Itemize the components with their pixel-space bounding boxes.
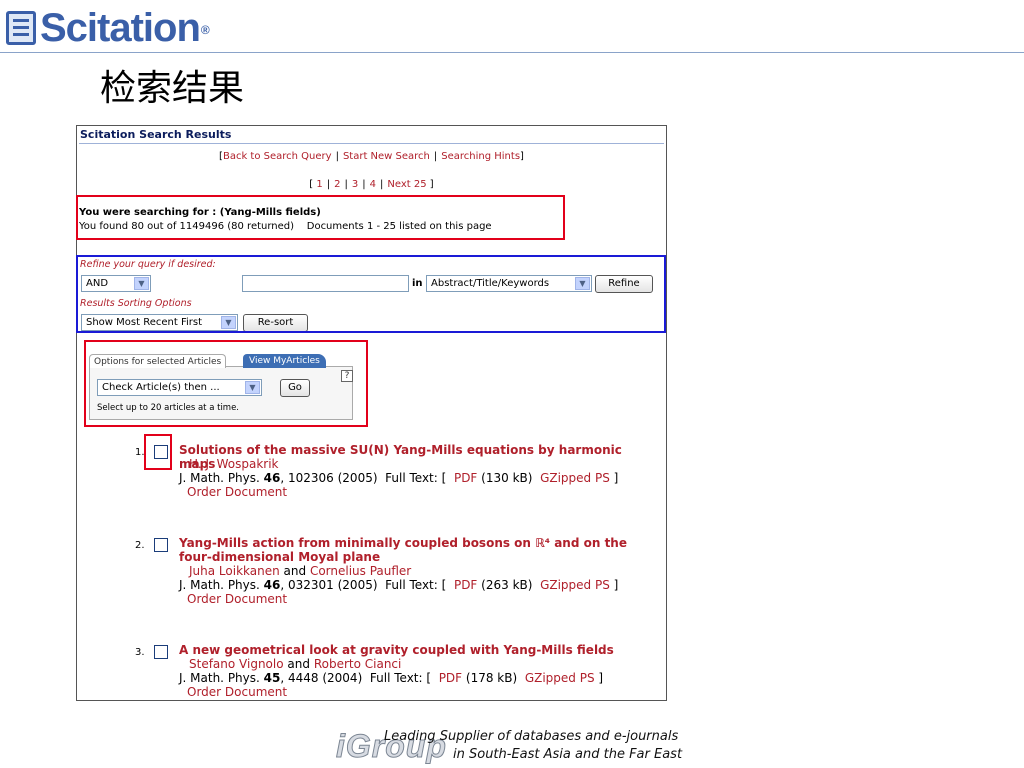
pdf-link[interactable]: PDF [454, 471, 477, 485]
order-document-link[interactable]: Order Document [187, 592, 287, 606]
author-link[interactable]: H. J. Wospakrik [189, 457, 279, 471]
article-options-highlight [84, 340, 368, 427]
search-summary-highlight [76, 195, 565, 240]
page-link-2[interactable]: 2 [334, 179, 340, 190]
next-25-link[interactable]: Next 25 [387, 179, 426, 190]
order-document-link[interactable]: Order Document [187, 685, 287, 699]
refine-query-highlight [76, 255, 666, 333]
pdf-link[interactable]: PDF [439, 671, 462, 685]
gzipped-ps-link[interactable]: GZipped PS [540, 578, 610, 592]
order-document-link[interactable]: Order Document [187, 485, 287, 499]
page-title: 检索结果 [100, 68, 245, 109]
start-new-search-link[interactable]: Start New Search [343, 151, 430, 162]
result-checkbox[interactable] [154, 538, 168, 552]
page-link-4[interactable]: 4 [370, 179, 376, 190]
pagination: [ 1 | 2 | 3 | 4 | Next 25 ] [309, 179, 434, 190]
citation-line: J. Math. Phys. 46, 032301 (2005) Full Te… [179, 578, 619, 592]
panel-title: Scitation Search Results [80, 128, 232, 141]
result-checkbox[interactable] [154, 645, 168, 659]
result-title-link[interactable]: Yang-Mills action from minimally coupled… [179, 536, 661, 564]
result-title-link[interactable]: A new geometrical look at gravity couple… [179, 643, 661, 657]
result-number: 2. [135, 540, 145, 551]
page-link-3[interactable]: 3 [352, 179, 358, 190]
author-link[interactable]: Roberto Cianci [314, 657, 402, 671]
scitation-logo: Scitation® [6, 6, 210, 50]
panel-title-divider [79, 143, 664, 144]
logo-text: Scitation® [40, 6, 210, 50]
author-link[interactable]: Cornelius Paufler [310, 564, 411, 578]
header-divider [0, 52, 1024, 53]
pdf-link[interactable]: PDF [454, 578, 477, 592]
gzipped-ps-link[interactable]: GZipped PS [525, 671, 595, 685]
author-link[interactable]: Juha Loikkanen [189, 564, 280, 578]
back-to-search-link[interactable]: Back to Search Query [223, 151, 332, 162]
footer-tagline: Leading Supplier of databases and e-jour… [384, 729, 683, 762]
gzipped-ps-link[interactable]: GZipped PS [540, 471, 610, 485]
citation-line: J. Math. Phys. 45, 4448 (2004) Full Text… [179, 671, 604, 685]
author-link[interactable]: Stefano Vignolo [189, 657, 284, 671]
document-icon [6, 11, 36, 45]
searching-hints-link[interactable]: Searching Hints [441, 151, 520, 162]
checkbox-highlight [144, 434, 172, 470]
citation-line: J. Math. Phys. 46, 102306 (2005) Full Te… [179, 471, 619, 485]
page-link-1[interactable]: 1 [316, 179, 322, 190]
result-number: 3. [135, 647, 145, 658]
footer: iGroup Leading Supplier of databases and… [336, 728, 696, 766]
search-nav-links: [Back to Search Query | Start New Search | S… [219, 151, 524, 162]
